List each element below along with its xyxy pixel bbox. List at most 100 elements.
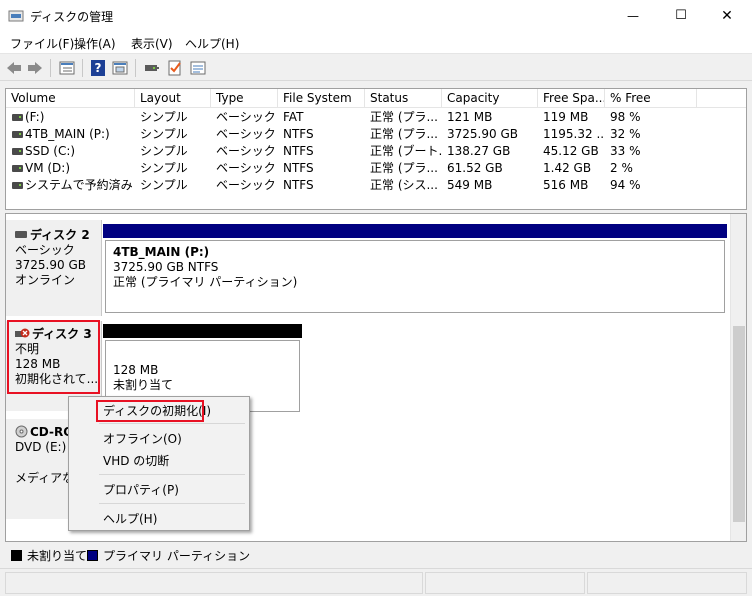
cdrom-title: CD-RO: [15, 425, 73, 440]
cell-volume: (F:): [25, 110, 45, 124]
cell-capacity: 121 MB: [447, 110, 493, 124]
cell-free-space: 1195.32 ...: [543, 127, 605, 141]
settings-list-button[interactable]: [189, 59, 207, 77]
cell-free-space: 1.42 GB: [543, 161, 592, 175]
cell-type: ベーシック: [216, 161, 276, 175]
connect-icon: [145, 65, 159, 71]
table-row[interactable]: (F:) シンプル ベーシック FAT 正常 (プラ... 121 MB 119…: [6, 109, 746, 126]
cell-volume: SSD (C:): [25, 144, 76, 158]
partition-label: 4TB_MAIN (P:): [113, 245, 210, 259]
column-header-type[interactable]: Type: [211, 89, 278, 108]
partition-4tb-main[interactable]: 4TB_MAIN (P:) 3725.90 GB NTFS 正常 (プライマリ …: [103, 224, 727, 315]
menu-separator: [99, 423, 245, 424]
back-button[interactable]: [5, 59, 23, 77]
cell-capacity: 61.52 GB: [447, 161, 503, 175]
menu-separator: [99, 503, 245, 504]
context-menu: ディスクの初期化(I) オフライン(O) VHD の切断 プロパティ(P) ヘル…: [68, 396, 250, 531]
menu-item-initialize-disk[interactable]: ディスクの初期化(I): [103, 402, 211, 419]
legend-swatch-unallocated: [11, 550, 22, 561]
cell-status: 正常 (シス...: [370, 178, 438, 192]
menu-separator: [99, 474, 245, 475]
cell-file-system: NTFS: [283, 127, 314, 141]
column-header-capacity[interactable]: Capacity: [442, 89, 538, 108]
cell-percent-free: 94 %: [610, 178, 641, 192]
disk-3-title: ディスク 3: [15, 327, 92, 342]
menu-action[interactable]: 操作(A): [74, 35, 116, 52]
show-hide-console-tree-button[interactable]: [58, 59, 76, 77]
partition-bar-unallocated: [103, 324, 302, 338]
menu-help[interactable]: ヘルプ(H): [185, 35, 239, 52]
maximize-button[interactable]: ☐: [658, 0, 704, 31]
partition-size: 128 MB: [113, 363, 159, 377]
menu-item-properties[interactable]: プロパティ(P): [103, 481, 179, 498]
cd-drive-icon: [15, 425, 28, 438]
vertical-scrollbar[interactable]: [730, 214, 746, 541]
menu-bar: ファイル(F) 操作(A) 表示(V) ヘルプ(H): [0, 31, 752, 53]
status-bar: [0, 568, 752, 596]
cell-capacity: 3725.90 GB: [447, 127, 518, 141]
status-cell: [587, 572, 747, 594]
settings-list-icon: [190, 61, 206, 75]
cell-type: ベーシック: [216, 127, 276, 141]
legend-label-primary: プライマリ パーティション: [103, 549, 251, 563]
cell-percent-free: 98 %: [610, 110, 641, 124]
menu-item-help[interactable]: ヘルプ(H): [103, 510, 157, 527]
disk-2-info[interactable]: ディスク 2 ベーシック 3725.90 GB オンライン: [6, 220, 102, 316]
cell-percent-free: 33 %: [610, 144, 641, 158]
cell-type: ベーシック: [216, 144, 276, 158]
disk-2-name: ディスク 2: [30, 228, 90, 242]
menu-file[interactable]: ファイル(F): [10, 35, 74, 52]
cell-capacity: 549 MB: [447, 178, 493, 192]
cell-file-system: NTFS: [283, 144, 314, 158]
cell-type: ベーシック: [216, 110, 276, 124]
legend-label-unallocated: 未割り当て: [27, 549, 88, 563]
minimize-button[interactable]: —: [610, 0, 656, 31]
menu-item-detach-vhd[interactable]: VHD の切断: [103, 452, 169, 469]
help-button[interactable]: ?: [89, 59, 107, 77]
disk-2-type: ベーシック: [15, 243, 75, 257]
cell-volume: VM (D:): [25, 161, 71, 175]
properties-button[interactable]: [111, 59, 129, 77]
column-header-file-system[interactable]: File System: [278, 89, 365, 108]
table-row[interactable]: システムで予約済み シンプル ベーシック NTFS 正常 (シス... 549 …: [6, 177, 746, 194]
close-icon: ✕: [721, 7, 733, 24]
table-row[interactable]: 4TB_MAIN (P:) シンプル ベーシック NTFS 正常 (プラ... …: [6, 126, 746, 143]
column-header-free-space[interactable]: Free Spa...: [538, 89, 605, 108]
volume-list-pane: Volume Layout Type File System Status Ca…: [5, 88, 747, 210]
connect-virtual-disk-button[interactable]: [143, 59, 161, 77]
list-view-icon: [59, 61, 75, 75]
cell-type: ベーシック: [216, 178, 276, 192]
cdrom-name: CD-RO: [30, 425, 74, 439]
cell-layout: シンプル: [140, 161, 188, 175]
disk-3-name: ディスク 3: [32, 327, 92, 341]
cell-layout: シンプル: [140, 144, 188, 158]
cell-status: 正常 (プラ...: [370, 161, 438, 175]
column-header-percent-free[interactable]: % Free: [605, 89, 697, 108]
toolbar-separator: [82, 59, 83, 77]
window-title: ディスクの管理: [30, 10, 114, 24]
cell-layout: シンプル: [140, 178, 188, 192]
toolbar: ?: [0, 53, 752, 81]
table-row[interactable]: SSD (C:) シンプル ベーシック NTFS 正常 (ブート... 138.…: [6, 143, 746, 160]
table-row[interactable]: VM (D:) シンプル ベーシック NTFS 正常 (プラ... 61.52 …: [6, 160, 746, 177]
column-header-status[interactable]: Status: [365, 89, 442, 108]
check-button[interactable]: [166, 59, 184, 77]
close-button[interactable]: ✕: [704, 0, 750, 31]
menu-item-offline[interactable]: オフライン(O): [103, 430, 182, 447]
partition-status: 正常 (プライマリ パーティション): [113, 275, 298, 289]
cell-percent-free: 2 %: [610, 161, 633, 175]
disk-error-icon: [15, 328, 30, 338]
forward-button[interactable]: [26, 59, 44, 77]
cell-free-space: 119 MB: [543, 110, 589, 124]
cell-layout: シンプル: [140, 110, 188, 124]
menu-view[interactable]: 表示(V): [131, 35, 173, 52]
maximize-icon: ☐: [675, 8, 687, 23]
status-cell: [425, 572, 585, 594]
column-header-volume[interactable]: Volume: [6, 89, 135, 108]
title-bar: ディスクの管理 — ☐ ✕: [0, 0, 752, 31]
cdrom-drive: DVD (E:): [15, 440, 67, 454]
cell-status: 正常 (プラ...: [370, 127, 438, 141]
column-header-layout[interactable]: Layout: [135, 89, 211, 108]
cell-percent-free: 32 %: [610, 127, 641, 141]
scrollbar-thumb[interactable]: [733, 326, 745, 522]
